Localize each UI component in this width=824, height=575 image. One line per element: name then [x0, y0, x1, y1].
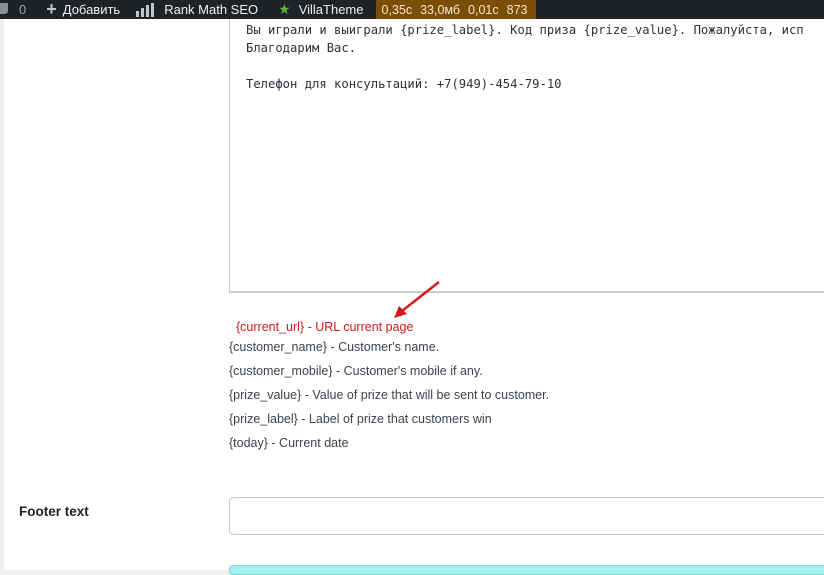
plus-icon: + — [46, 0, 57, 19]
footer-text-input[interactable] — [229, 497, 824, 535]
qm-memory: 33,0мб — [420, 2, 461, 17]
star-icon: ★ — [278, 1, 291, 17]
shortcode-customer-name: {customer_name} - Customer's name. — [229, 340, 440, 354]
email-line: Телефон для консультаций: +7(949)-454-79… — [246, 77, 562, 91]
qm-page-time: 0,35с — [381, 2, 413, 17]
add-new-label: Добавить — [62, 2, 121, 17]
footer-text-label: Footer text — [19, 504, 89, 519]
email-line: Благодарим Вас. — [246, 41, 357, 55]
admin-bar-villatheme[interactable]: ★ VillaTheme — [278, 0, 371, 19]
rank-math-label: Rank Math SEO — [164, 2, 259, 17]
color-field[interactable] — [229, 565, 824, 575]
villatheme-label: VillaTheme — [298, 2, 364, 17]
admin-bar-rank-math[interactable]: Rank Math SEO — [136, 0, 266, 19]
comment-count: 0 — [19, 2, 27, 17]
query-monitor[interactable]: 0,35с 33,0мб 0,01с 873 — [375, 0, 536, 19]
qm-query-time: 0,01с — [468, 2, 499, 17]
shortcode-current-url: {current_url} - URL current page — [236, 320, 414, 334]
admin-bar: 0 + Добавить Rank Math SEO ★ VillaTheme … — [0, 0, 824, 19]
comment-icon — [0, 2, 8, 14]
email-content-textarea[interactable]: Вы играли и выиграли {prize_label}. Код … — [229, 19, 824, 293]
shortcode-today: {today} - Current date — [229, 436, 349, 450]
rank-math-icon — [136, 2, 155, 17]
admin-bar-add-new[interactable]: + Добавить — [46, 0, 128, 19]
qm-query-count: 873 — [506, 2, 528, 17]
shortcode-prize-label: {prize_label} - Label of prize that cust… — [229, 412, 492, 426]
email-line: Вы играли и выиграли {prize_label}. Код … — [246, 23, 804, 37]
email-line — [246, 57, 824, 75]
admin-bar-comments[interactable]: 0 — [0, 0, 46, 19]
arrow-annotation-icon — [394, 281, 440, 318]
shortcode-prize-value: {prize_value} - Value of prize that will… — [229, 388, 550, 402]
shortcode-customer-mobile: {customer_mobile} - Customer's mobile if… — [229, 364, 483, 378]
